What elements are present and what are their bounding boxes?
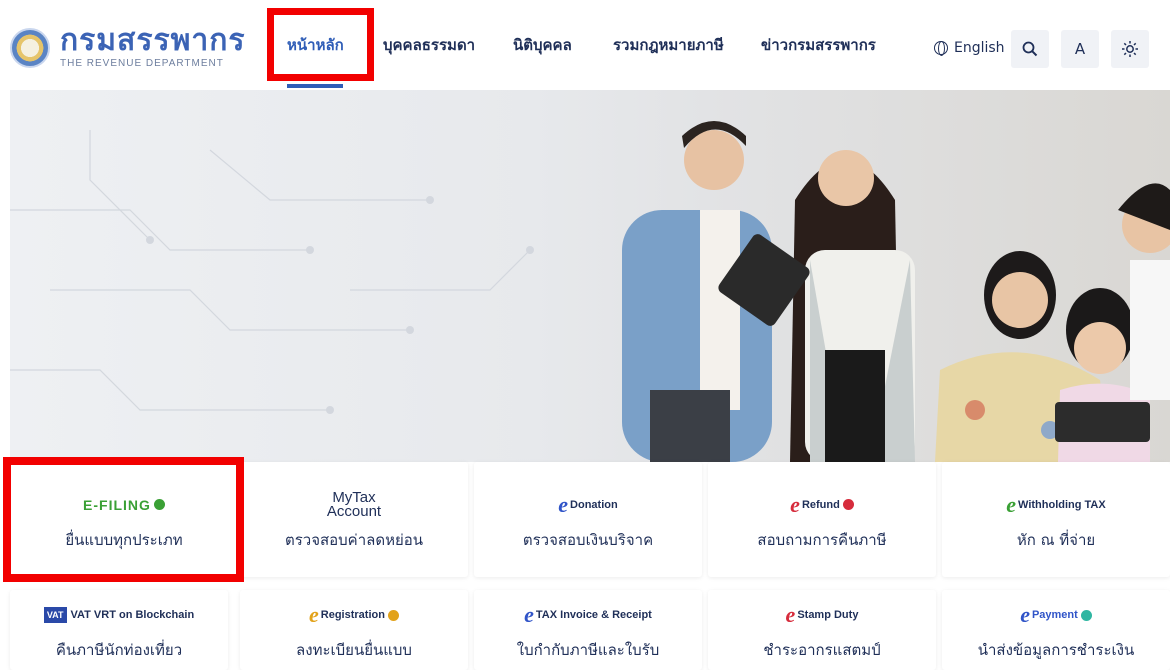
refund-logo: e Refund bbox=[790, 488, 854, 522]
registration-logo: e Registration bbox=[309, 598, 399, 632]
vrt-logo-text: VAT VRT on Blockchain bbox=[70, 609, 195, 621]
e-service-icon: e bbox=[785, 602, 796, 627]
nav-individual[interactable]: บุคคลธรรมดา bbox=[383, 9, 475, 81]
e-service-icon: e bbox=[309, 602, 319, 627]
service-label: ชำระอากรแสตมป์ bbox=[763, 641, 881, 659]
logo-text: กรมสรรพากร THE REVENUE DEPARTMENT bbox=[60, 23, 246, 70]
payment-logo: e Payment bbox=[1020, 598, 1092, 632]
service-label: ลงทะเบียนยื่นแบบ bbox=[296, 641, 412, 659]
highlight-box-efiling bbox=[3, 457, 244, 582]
e-service-icon: e bbox=[524, 602, 534, 627]
payment-dot-icon bbox=[1080, 609, 1092, 621]
refund-dot-icon bbox=[842, 499, 854, 510]
e-service-icon: e bbox=[558, 491, 569, 517]
highlight-box-home bbox=[267, 8, 374, 81]
payment-logo-text: Payment bbox=[1031, 609, 1078, 621]
nav-news[interactable]: ข่าวกรมสรรพากร bbox=[761, 9, 876, 81]
service-label: ตรวจสอบเงินบริจาค bbox=[522, 530, 654, 549]
service-tile-stamp-duty[interactable]: e Stamp Duty ชำระอากรแสตมป์ bbox=[708, 590, 936, 670]
theme-toggle-button[interactable] bbox=[1111, 30, 1149, 68]
sun-icon bbox=[1122, 41, 1138, 57]
language-switch[interactable]: English bbox=[934, 40, 1005, 56]
font-size-label: A bbox=[1074, 40, 1086, 58]
search-icon bbox=[1022, 41, 1038, 57]
site-header: กรมสรรพากร THE REVENUE DEPARTMENT หน้าหล… bbox=[0, 0, 1170, 90]
tax-invoice-logo: e TAX Invoice & Receipt bbox=[524, 598, 652, 632]
language-label: English bbox=[954, 40, 1005, 56]
service-label: คืนภาษีนักท่องเที่ยว bbox=[55, 641, 183, 659]
tax-invoice-logo-text: TAX Invoice & Receipt bbox=[535, 609, 652, 621]
active-nav-indicator bbox=[287, 84, 343, 88]
e-service-icon: e bbox=[790, 491, 800, 517]
service-tile-registration[interactable]: e Registration ลงทะเบียนยื่นแบบ bbox=[240, 590, 468, 670]
service-tile-mytax[interactable]: MyTax Account ตรวจสอบค่าลดหย่อน bbox=[240, 462, 468, 577]
logo-english-name: THE REVENUE DEPARTMENT bbox=[60, 58, 224, 69]
service-label: ตรวจสอบค่าลดหย่อน bbox=[284, 530, 424, 549]
font-size-button[interactable]: A bbox=[1061, 30, 1099, 68]
service-label: ใบกำกับภาษีและใบรับ bbox=[516, 641, 660, 659]
service-tile-vrt[interactable]: VAT VAT VRT on Blockchain คืนภาษีนักท่อง… bbox=[10, 590, 228, 670]
globe-icon bbox=[934, 41, 948, 56]
registration-dot-icon bbox=[387, 609, 399, 621]
vat-badge-icon: VAT bbox=[43, 607, 67, 623]
service-tile-tax-invoice[interactable]: e TAX Invoice & Receipt ใบกำกับภาษีและใบ… bbox=[474, 590, 702, 670]
withholding-logo: e Withholding TAX bbox=[1006, 488, 1105, 522]
donation-logo-text: Donation bbox=[570, 498, 618, 511]
hero-banner bbox=[10, 90, 1170, 462]
nav-tax-laws[interactable]: รวมกฎหมายภาษี bbox=[613, 9, 724, 81]
vrt-logo: VAT VAT VRT on Blockchain bbox=[43, 598, 195, 632]
e-service-icon: e bbox=[1006, 491, 1017, 517]
withholding-logo-text: Withholding TAX bbox=[1018, 498, 1106, 511]
refund-logo-text: Refund bbox=[801, 498, 840, 511]
stamp-duty-logo: e Stamp Duty bbox=[786, 598, 859, 632]
service-tile-donation[interactable]: e Donation ตรวจสอบเงินบริจาค bbox=[474, 462, 702, 577]
service-tile-withholding[interactable]: e Withholding TAX หัก ณ ที่จ่าย bbox=[942, 462, 1170, 577]
page: กรมสรรพากร THE REVENUE DEPARTMENT หน้าหล… bbox=[0, 0, 1170, 670]
search-button[interactable] bbox=[1011, 30, 1049, 68]
e-service-icon: e bbox=[1020, 602, 1030, 627]
service-tile-refund[interactable]: e Refund สอบถามการคืนภาษี bbox=[708, 462, 936, 577]
mytax-logo-line2: Account bbox=[326, 502, 382, 520]
mytax-logo: MyTax Account bbox=[327, 488, 381, 522]
service-label: สอบถามการคืนภาษี bbox=[757, 530, 887, 549]
logo-thai-name: กรมสรรพากร bbox=[60, 23, 246, 58]
site-logo[interactable]: กรมสรรพากร THE REVENUE DEPARTMENT bbox=[10, 26, 246, 69]
registration-logo-text: Registration bbox=[320, 609, 385, 621]
stamp-duty-logo-text: Stamp Duty bbox=[797, 609, 859, 621]
revenue-seal-icon bbox=[10, 27, 50, 68]
nav-juristic[interactable]: นิติบุคคล bbox=[513, 9, 572, 81]
service-label: นำส่งข้อมูลการชำระเงิน bbox=[977, 641, 1135, 659]
hero-illustration bbox=[10, 121, 1170, 462]
service-tile-payment[interactable]: e Payment นำส่งข้อมูลการชำระเงิน bbox=[942, 590, 1170, 670]
donation-logo: e Donation bbox=[558, 488, 617, 522]
service-label: หัก ณ ที่จ่าย bbox=[1016, 530, 1096, 549]
